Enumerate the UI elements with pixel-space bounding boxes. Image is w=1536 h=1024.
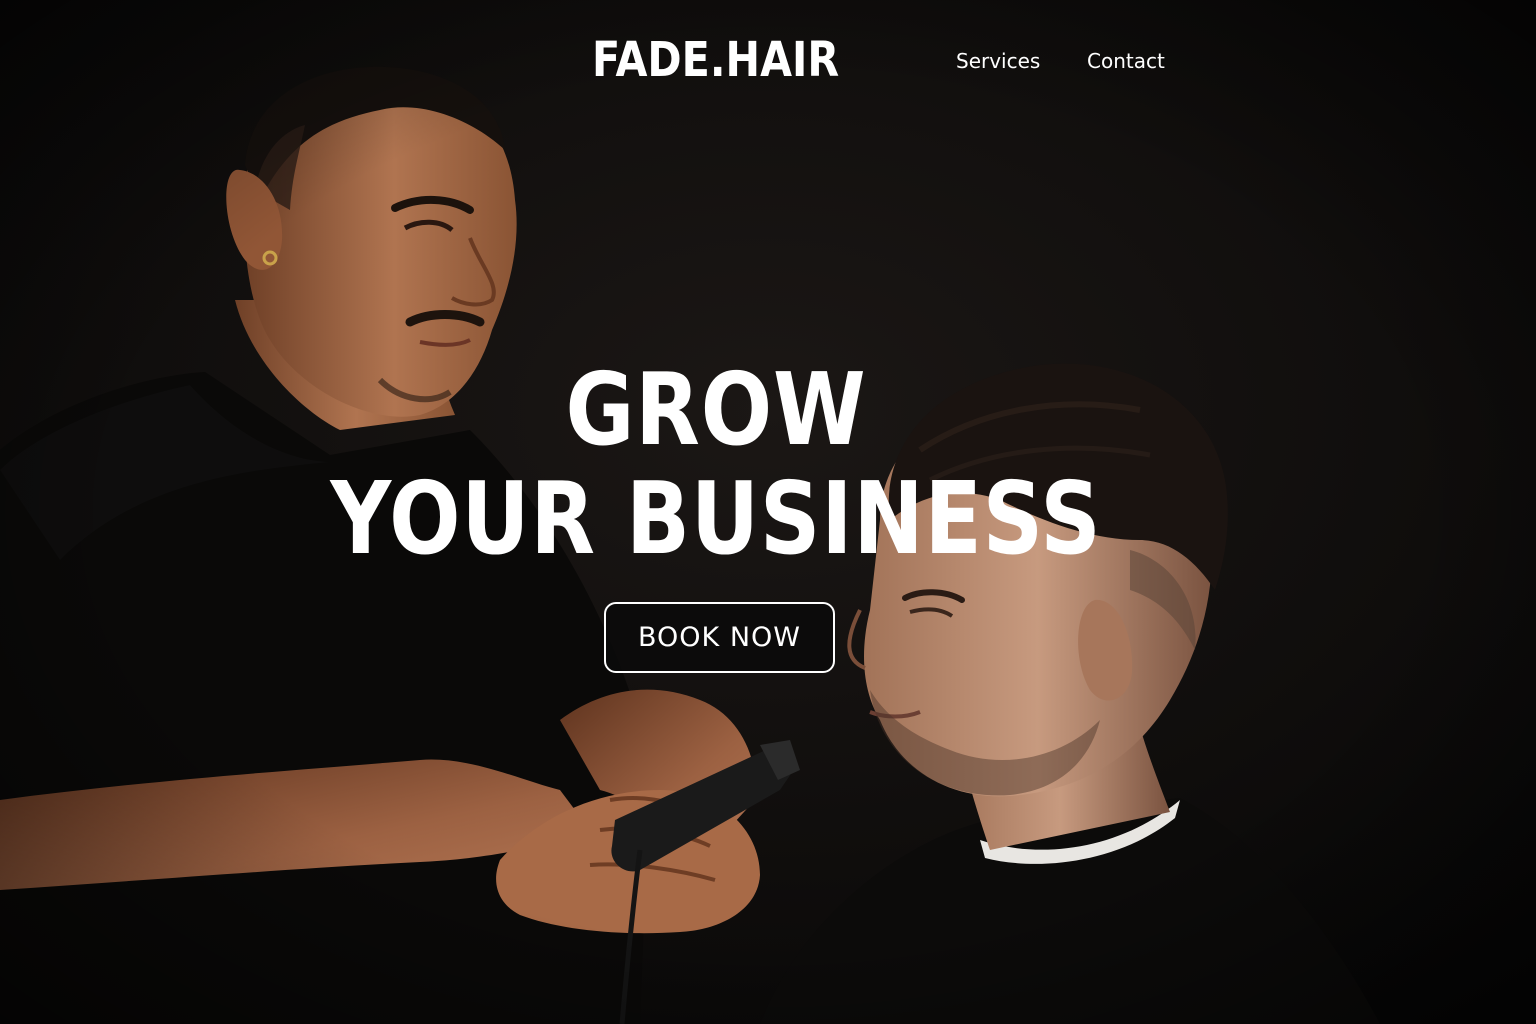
nav-link-contact[interactable]: Contact [1087,47,1165,75]
top-nav: FADE.HAIR Services Contact [0,0,1536,120]
brand-logo[interactable]: FADE.HAIR [592,30,839,90]
hero-headline-line2: YOUR BUSINESS [330,460,1102,577]
hero-headline: GROW YOUR BUSINESS [0,354,1432,572]
book-now-button[interactable]: BOOK NOW [604,602,835,673]
nav-link-services[interactable]: Services [956,47,1040,75]
hero-headline-line1: GROW [565,351,867,468]
hero-section: FADE.HAIR Services Contact GROW YOUR BUS… [0,0,1536,1024]
